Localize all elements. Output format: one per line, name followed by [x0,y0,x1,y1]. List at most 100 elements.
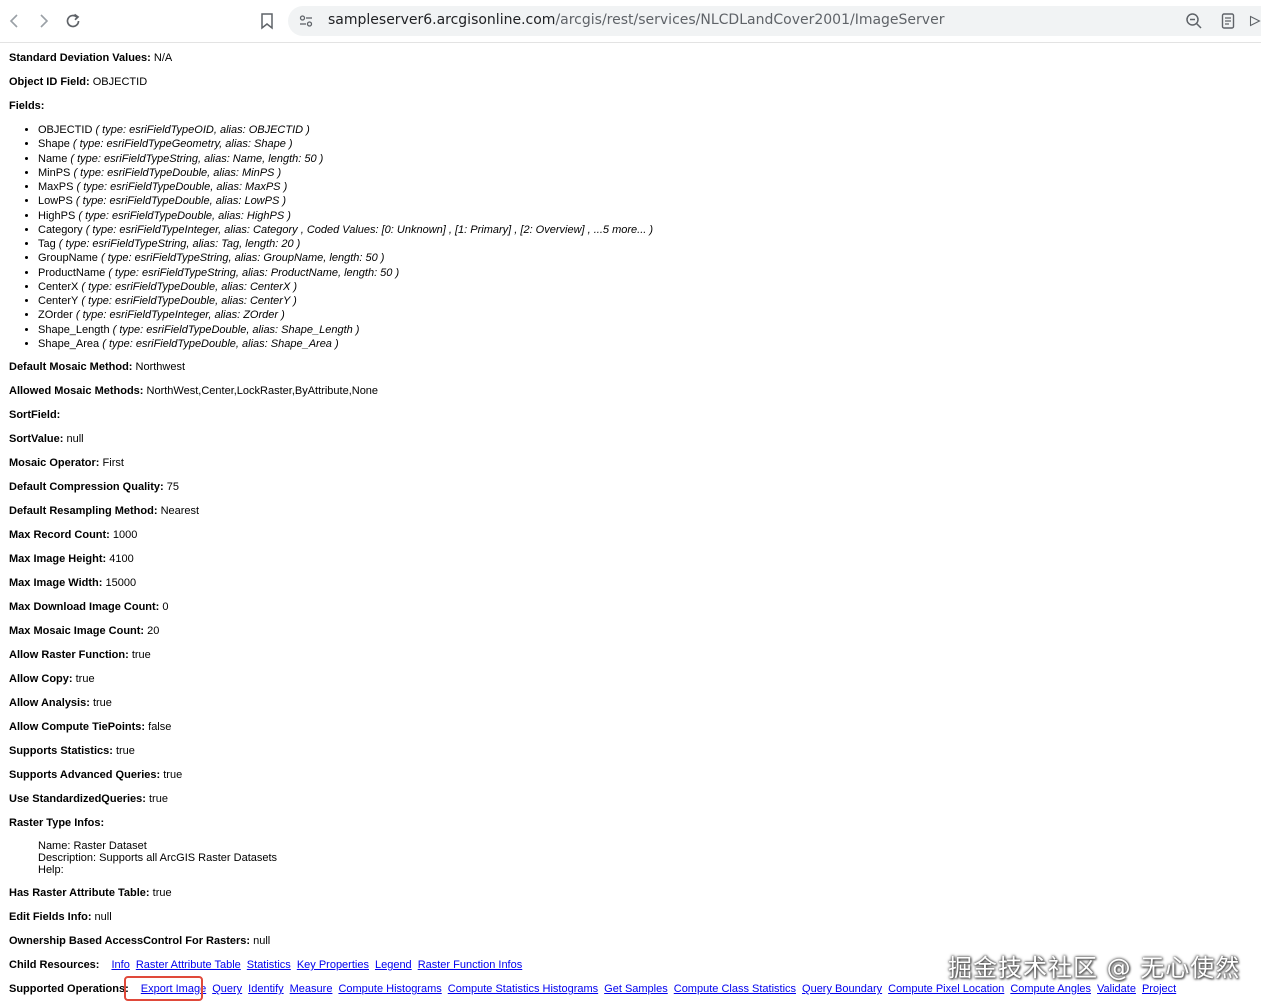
property-allow-compute-tiepoints: Allow Compute TiePoints: false [9,720,171,734]
browser-toolbar: sampleserver6.arcgisonline.com/arcgis/re… [0,0,1261,43]
supported-operations-link-query[interactable]: Query [212,983,242,995]
field-detail: ( type: esriFieldTypeString, alias: Name… [67,152,324,165]
field-detail: ( type: esriFieldTypeDouble, alias: Shap… [99,337,339,350]
child-resources-label: Child Resources: [9,959,100,971]
address-bar[interactable]: sampleserver6.arcgisonline.com/arcgis/re… [288,6,1261,36]
property-label: Allow Copy: [9,673,73,685]
property-sortfield: SortField: [9,408,60,422]
property-default-resampling-method: Default Resampling Method: Nearest [9,504,199,518]
property-value: OBJECTID [89,76,148,88]
bookmark-button[interactable] [255,9,279,33]
zoom-button[interactable] [1182,9,1206,33]
property-value: NorthWest,Center,LockRaster,ByAttribute,… [143,385,379,397]
property-edit-fields-info: Edit Fields Info: null [9,910,112,924]
overflow-button[interactable] [1249,9,1261,33]
field-detail: ( type: esriFieldTypeDouble, alias: LowP… [72,195,287,208]
supported-operations-link-measure[interactable]: Measure [290,983,333,995]
property-value: null [63,433,84,445]
property-label: Allowed Mosaic Methods: [9,385,144,397]
raster-type-description: Description: Supports all ArcGIS Raster … [38,852,278,864]
property-value: false [145,721,172,733]
property-label: Allow Analysis: [9,697,90,709]
supported-operations-link-compute-statistics-histograms[interactable]: Compute Statistics Histograms [448,983,598,995]
supported-operations-link-query-boundary[interactable]: Query Boundary [802,983,882,995]
property-label: Default Mosaic Method: [9,361,133,373]
field-detail: ( type: esriFieldTypeDouble, alias: High… [75,209,291,222]
property-label: Mosaic Operator: [9,457,100,469]
field-item: ProductName ( type: esriFieldTypeString,… [38,266,653,280]
child-resources-link-raster-attribute-table[interactable]: Raster Attribute Table [136,959,241,971]
forward-button[interactable] [31,9,55,33]
field-item: Category ( type: esriFieldTypeInteger, a… [38,223,653,237]
url-text[interactable]: sampleserver6.arcgisonline.com/arcgis/re… [328,12,944,28]
field-name: LowPS [38,195,73,208]
property-value: N/A [150,52,173,64]
property-fields: Fields: [9,99,44,113]
child-resources-link-statistics[interactable]: Statistics [247,959,291,971]
property-standard-deviation-values: Standard Deviation Values: N/A [9,51,172,65]
supported-operations-link-validate[interactable]: Validate [1097,983,1136,995]
property-allow-copy: Allow Copy: true [9,672,95,686]
raster-type-help: Help: [38,864,64,876]
property-label: Standard Deviation Values: [9,52,151,64]
reload-button[interactable] [61,9,85,33]
property-label: Supports Advanced Queries: [9,769,161,781]
field-item: MaxPS ( type: esriFieldTypeDouble, alias… [38,180,653,194]
supported-operations-link-compute-histograms[interactable]: Compute Histograms [338,983,441,995]
supported-operations-link-compute-pixel-location[interactable]: Compute Pixel Location [888,983,1004,995]
property-has-raster-attribute-table: Has Raster Attribute Table: true [9,886,172,900]
field-detail: ( type: esriFieldTypeDouble, alias: Shap… [109,323,360,336]
property-value: true [128,649,151,661]
field-detail: ( type: esriFieldTypeString, alias: Prod… [105,266,400,279]
property-label: Max Image Width: [9,577,103,589]
back-button[interactable] [3,9,27,33]
url-path: /arcgis/rest/services/NLCDLandCover2001/… [555,12,945,28]
reader-mode-button[interactable] [1216,9,1240,33]
property-object-id-field: Object ID Field: OBJECTID [9,75,147,89]
property-value: null [250,935,271,947]
property-label: Allow Compute TiePoints: [9,721,146,733]
child-resources-link-legend[interactable]: Legend [375,959,412,971]
field-name: GroupName [38,252,98,265]
child-resources-link-info[interactable]: Info [111,959,129,971]
property-label: Max Mosaic Image Count: [9,625,145,637]
supported-operations-link-compute-angles[interactable]: Compute Angles [1010,983,1091,995]
property-label: Use StandardizedQueries: [9,793,146,805]
property-value: true [72,673,95,685]
field-item: Tag ( type: esriFieldTypeString, alias: … [38,237,653,251]
field-item: HighPS ( type: esriFieldTypeDouble, alia… [38,209,653,223]
supported-operations-link-project[interactable]: Project [1142,983,1176,995]
field-detail: ( type: esriFieldTypeDouble, alias: Cent… [78,280,298,293]
supported-operations-link-identify[interactable]: Identify [248,983,283,995]
chevron-left-icon [9,14,18,28]
field-name: Shape_Area [38,337,100,350]
field-detail: ( type: esriFieldTypeString, alias: Tag,… [55,238,301,250]
field-item: Shape_Length ( type: esriFieldTypeDouble… [38,323,653,337]
child-resources-link-raster-function-infos[interactable]: Raster Function Infos [418,959,523,971]
field-item: CenterX ( type: esriFieldTypeDouble, ali… [38,280,653,294]
property-ownership-based-accesscontrol-for-rasters: Ownership Based AccessControl For Raster… [9,934,270,948]
field-name: ProductName [38,266,106,279]
field-item: CenterY ( type: esriFieldTypeDouble, ali… [38,294,653,308]
field-name: Tag [38,238,56,250]
supported-operations-link-compute-class-statistics[interactable]: Compute Class Statistics [674,983,796,995]
property-value: true [160,769,183,781]
property-label: Edit Fields Info: [9,911,92,923]
property-label: SortValue: [9,433,64,445]
zoom-out-icon [1186,13,1202,29]
site-settings-icon[interactable] [298,13,314,34]
property-supports-statistics: Supports Statistics: true [9,744,135,758]
property-label: Allow Raster Function: [9,649,129,661]
property-value: 15000 [102,577,137,589]
field-name: Shape_Length [38,323,110,336]
property-default-compression-quality: Default Compression Quality: 75 [9,480,179,494]
field-item: OBJECTID ( type: esriFieldTypeOID, alias… [38,123,653,137]
child-resources-link-key-properties[interactable]: Key Properties [297,959,369,971]
property-max-mosaic-image-count: Max Mosaic Image Count: 20 [9,624,159,638]
property-label: Has Raster Attribute Table: [9,887,150,899]
supported-operations-link-get-samples[interactable]: Get Samples [604,983,668,995]
property-value: 1000 [109,529,138,541]
property-max-image-height: Max Image Height: 4100 [9,552,134,566]
field-item: Name ( type: esriFieldTypeString, alias:… [38,152,653,166]
url-host: sampleserver6.arcgisonline.com [328,12,556,28]
